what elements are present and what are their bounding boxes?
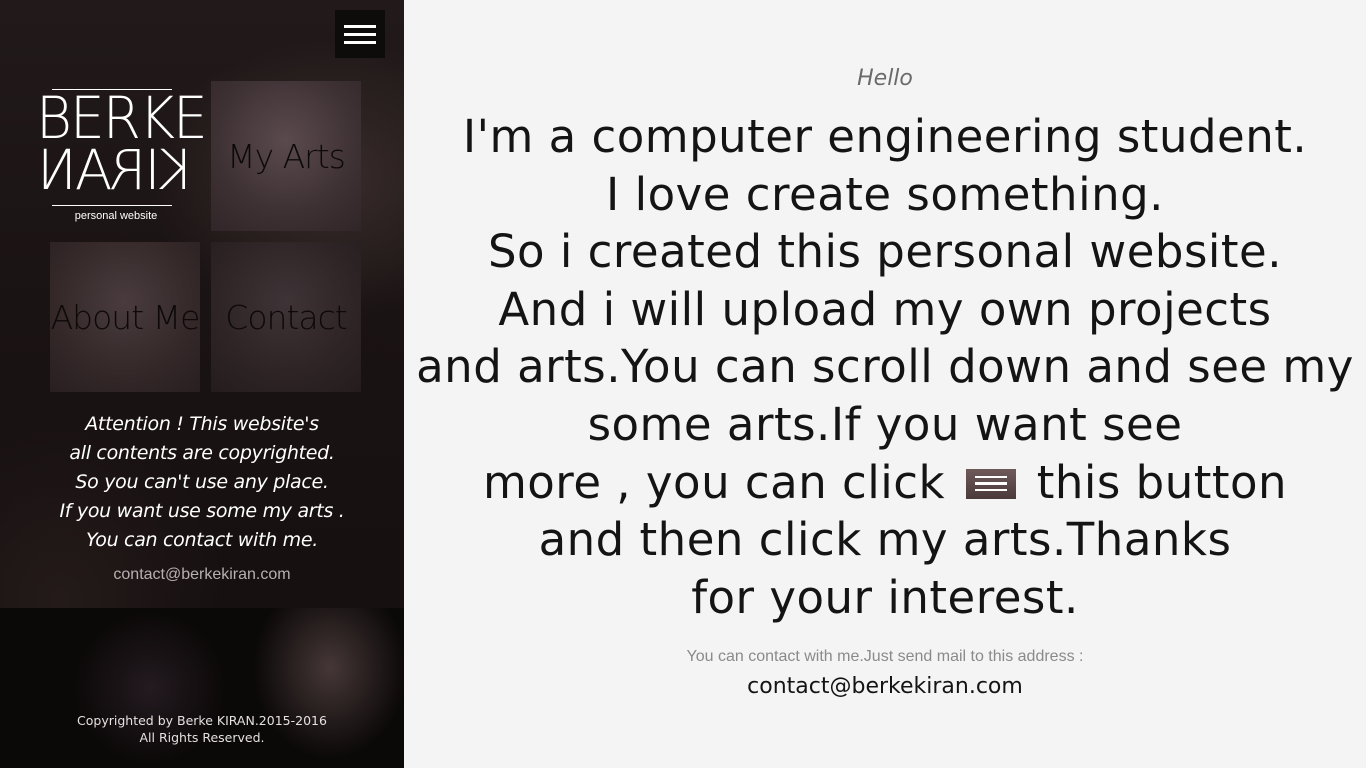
- main-content: Hello I'm a computer engineering student…: [404, 0, 1366, 768]
- site-logo[interactable]: BERKE KIRAN personal website: [36, 86, 208, 228]
- intro-line: I'm a computer engineering student.: [462, 110, 1308, 163]
- intro-line: some arts.If you want see: [587, 397, 1183, 451]
- notice-line: Attention ! This website's: [85, 413, 319, 435]
- menu-bar: [344, 40, 376, 44]
- intro-line: and arts.You can scroll down and see my: [416, 340, 1354, 394]
- intro-line: for your interest.: [691, 570, 1079, 624]
- inline-menu-icon[interactable]: [965, 468, 1016, 499]
- intro-line-after: this button: [1021, 455, 1288, 509]
- tile-about-me[interactable]: About Me: [50, 242, 200, 392]
- footer-copyright-line: Copyrighted by Berke KIRAN.2015-2016: [77, 713, 327, 728]
- greeting: Hello: [857, 66, 913, 91]
- logo-tagline: personal website: [74, 210, 158, 222]
- logo-bottom-rule: [52, 205, 172, 206]
- hamburger-menu-icon[interactable]: [335, 10, 385, 58]
- intro-line: So i created this personal website.: [487, 225, 1283, 279]
- sidebar-email-link[interactable]: contact@berkekiran.com: [0, 566, 404, 584]
- main-email-link[interactable]: contact@berkekiran.com: [404, 674, 1366, 699]
- intro-line-before: more , you can click: [482, 455, 960, 509]
- contact-note: You can contact with me.Just send mail t…: [686, 648, 1084, 665]
- tile-my-arts[interactable]: My Arts: [211, 81, 361, 231]
- intro-line: and then click my arts.Thanks: [538, 513, 1232, 567]
- menu-bar: [974, 488, 1007, 492]
- footer-copyright: Copyrighted by Berke KIRAN.2015-2016 All…: [0, 712, 404, 746]
- notice-line: all contents are copyrighted.: [69, 442, 335, 464]
- intro-line: I love create something.: [606, 167, 1164, 221]
- menu-bar: [974, 482, 1007, 485]
- sidebar: BERKE KIRAN personal website My Arts Abo…: [0, 0, 404, 768]
- intro-line-with-button: more , you can click this button: [404, 454, 1366, 512]
- sidebar-footer: Copyrighted by Berke KIRAN.2015-2016 All…: [0, 608, 404, 768]
- notice-line: If you want use some my arts .: [59, 500, 345, 522]
- menu-bar: [344, 32, 376, 36]
- intro-paragraph: I'm a computer engineering student. I lo…: [404, 108, 1366, 626]
- tile-contact[interactable]: Contact: [211, 242, 361, 392]
- intro-line: And i will upload my own projects: [498, 282, 1272, 336]
- copyright-notice: Attention ! This website's all contents …: [0, 410, 404, 555]
- notice-line: So you can't use any place.: [75, 471, 329, 493]
- notice-line: You can contact with me.: [86, 529, 318, 551]
- menu-bar: [974, 475, 1007, 479]
- menu-bar: [344, 24, 376, 28]
- footer-rights-line: All Rights Reserved.: [139, 730, 265, 745]
- logo-last-name-mirrored: KIRAN: [37, 138, 195, 202]
